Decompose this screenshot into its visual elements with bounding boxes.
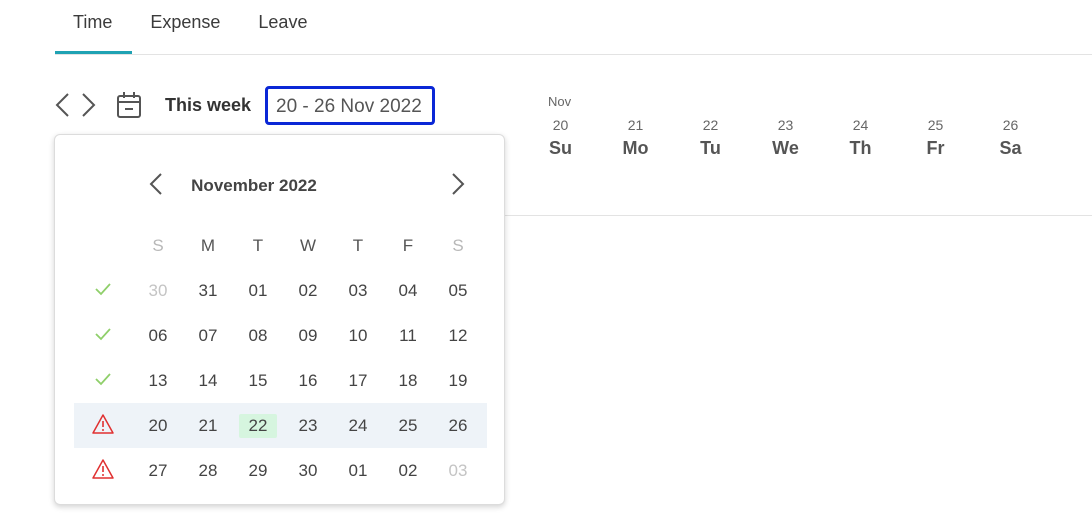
calendar-day[interactable]: 23 <box>288 403 328 448</box>
calendar-day[interactable]: 01 <box>238 268 278 313</box>
calendar-day[interactable]: 19 <box>438 358 478 403</box>
previous-week-button[interactable] <box>54 92 72 118</box>
calendar-day[interactable]: 16 <box>288 358 328 403</box>
tab-time[interactable]: Time <box>55 0 133 55</box>
calendar-day[interactable]: 30 <box>288 448 328 493</box>
this-week-button[interactable]: This week <box>165 95 251 116</box>
day-name: Mo <box>622 138 649 158</box>
chevron-right-icon <box>452 173 465 195</box>
calendar-day[interactable]: 25 <box>388 403 428 448</box>
calendar-day[interactable]: 08 <box>238 313 278 358</box>
calendar-day[interactable]: 21 <box>188 403 228 448</box>
day-name: Su <box>548 138 572 158</box>
calendar-day[interactable]: 17 <box>338 358 378 403</box>
day-number: 23 <box>777 117 794 133</box>
calendar-day[interactable]: 20 <box>138 403 178 448</box>
day-number: 20 <box>552 117 569 133</box>
weekday-header: F <box>402 236 414 255</box>
next-month-button[interactable] <box>450 171 466 197</box>
day-number: 22 <box>702 117 719 133</box>
calendar-day[interactable]: 03 <box>338 268 378 313</box>
calendar-day[interactable]: 11 <box>388 313 428 358</box>
weekday-header: S <box>452 236 464 255</box>
today-highlight: 22 <box>239 414 277 438</box>
calendar-day[interactable]: 01 <box>338 448 378 493</box>
calendar-week-row[interactable]: 06 07 08 09 10 11 12 <box>74 313 487 358</box>
day-column-header[interactable]: 20 Su <box>523 117 598 159</box>
calendar-day[interactable]: 05 <box>438 268 478 313</box>
weekday-header: T <box>352 236 364 255</box>
calendar-day[interactable]: 06 <box>138 313 178 358</box>
day-number: 26 <box>1002 117 1019 133</box>
calendar-button[interactable] <box>116 91 142 119</box>
calendar-week-row[interactable]: 20 21 22 23 24 25 26 <box>74 403 487 448</box>
day-name: Th <box>849 138 872 158</box>
chevron-left-icon <box>55 93 69 117</box>
day-name: Fr <box>926 138 945 158</box>
calendar-day[interactable]: 03 <box>438 448 478 493</box>
tab-bar: Time Expense Leave <box>55 0 327 55</box>
calendar-month-title: November 2022 <box>191 176 317 195</box>
week-days: 20 Su 21 Mo 22 Tu 23 We 24 Th 25 Fr 26 Sa <box>523 117 1048 159</box>
day-name: We <box>772 138 799 158</box>
warning-icon <box>91 412 115 436</box>
calendar-day[interactable]: 26 <box>438 403 478 448</box>
calendar-icon <box>117 92 141 118</box>
check-icon <box>91 367 115 391</box>
calendar-day[interactable]: 24 <box>338 403 378 448</box>
calendar-day[interactable]: 30 <box>138 268 178 313</box>
calendar-week-row[interactable]: 30 31 01 02 03 04 05 <box>74 268 487 313</box>
day-number: 25 <box>927 117 944 133</box>
week-header-divider <box>505 215 1092 216</box>
day-column-header[interactable]: 21 Mo <box>598 117 673 159</box>
calendar-day[interactable]: 15 <box>238 358 278 403</box>
calendar-day[interactable]: 10 <box>338 313 378 358</box>
calendar-week-row[interactable]: 13 14 15 16 17 18 19 <box>74 358 487 403</box>
day-number: 24 <box>852 117 869 133</box>
tabs-divider <box>55 54 1092 55</box>
calendar-day[interactable]: 14 <box>188 358 228 403</box>
day-column-header[interactable]: 24 Th <box>823 117 898 159</box>
calendar-day[interactable]: 02 <box>388 448 428 493</box>
tab-leave[interactable]: Leave <box>240 0 327 55</box>
weekday-header: S <box>152 236 164 255</box>
weekday-header: M <box>200 236 216 255</box>
calendar-day[interactable]: 07 <box>188 313 228 358</box>
date-picker-popup: November 2022 S M T W T F S 30 31 01 02 03 04 05 06 07 0… <box>54 134 505 505</box>
calendar-day[interactable]: 27 <box>138 448 178 493</box>
chevron-right-icon <box>82 93 96 117</box>
calendar-day[interactable]: 04 <box>388 268 428 313</box>
check-icon <box>91 277 115 301</box>
weekday-header: T <box>252 236 264 255</box>
calendar-week-row[interactable]: 27 28 29 30 01 02 03 <box>74 448 487 493</box>
calendar-day[interactable]: 18 <box>388 358 428 403</box>
tab-expense[interactable]: Expense <box>132 0 240 55</box>
calendar-day[interactable]: 29 <box>238 448 278 493</box>
day-name: Tu <box>700 138 721 158</box>
calendar-day[interactable]: 12 <box>438 313 478 358</box>
date-range-picker[interactable]: 20 - 26 Nov 2022 <box>265 86 435 125</box>
check-icon <box>91 322 115 346</box>
calendar-day[interactable]: 28 <box>188 448 228 493</box>
weekday-header: W <box>299 236 317 255</box>
calendar-day[interactable]: 31 <box>188 268 228 313</box>
calendar-day[interactable]: 09 <box>288 313 328 358</box>
warning-icon <box>91 457 115 481</box>
calendar-day[interactable]: 22 <box>238 403 278 448</box>
day-column-header[interactable]: 25 Fr <box>898 117 973 159</box>
day-column-header[interactable]: 22 Tu <box>673 117 748 159</box>
calendar-day[interactable]: 13 <box>138 358 178 403</box>
day-name: Sa <box>999 138 1022 158</box>
next-week-button[interactable] <box>79 92 97 118</box>
week-month-label: Nov <box>548 94 572 109</box>
day-column-header[interactable]: 23 We <box>748 117 823 159</box>
calendar-day[interactable]: 02 <box>288 268 328 313</box>
day-column-header[interactable]: 26 Sa <box>973 117 1048 159</box>
day-number: 21 <box>627 117 644 133</box>
